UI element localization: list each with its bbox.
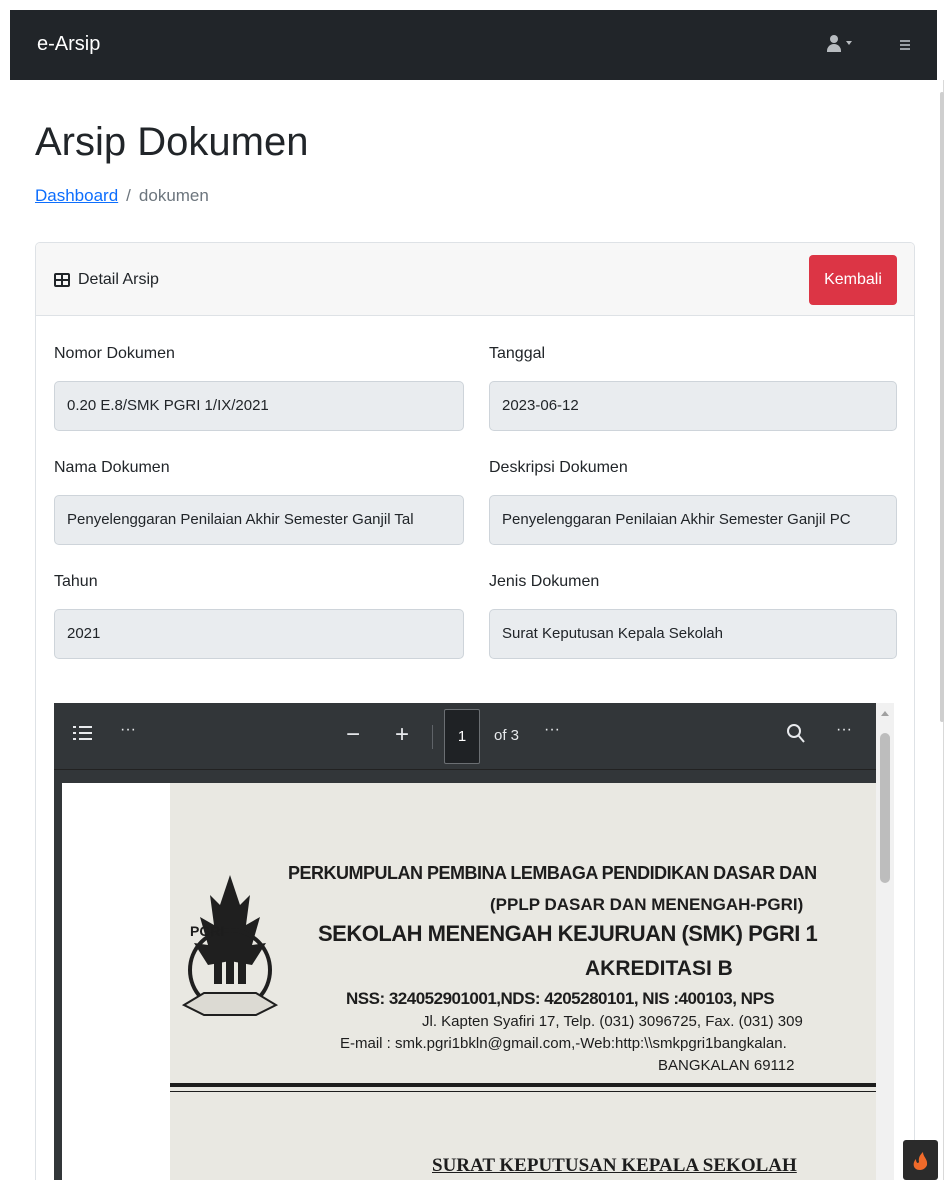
pdf-page: PGRI PERKUMPULAN PEMBINA LEMBAGA PENDIDI… [62,783,876,1180]
page-scrollbar-thumb[interactable] [940,92,944,722]
page-number-input[interactable]: 1 [444,709,480,764]
table-icon [54,273,70,287]
doc-line-3: SEKOLAH MENENGAH KEJURUAN (SMK) PGRI 1 [318,921,818,946]
pdf-toolbar: ··· − + 1 of 3 ··· ··· [54,703,876,770]
top-navbar: e-Arsip [10,10,937,80]
zoom-in-button[interactable]: + [395,721,409,749]
card-title: Detail Arsip [78,271,159,288]
hamburger-line [900,48,910,50]
nomor-dokumen-label: Nomor Dokumen [54,345,175,362]
doc-line-4: AKREDITASI B [585,957,733,980]
viewer-more-icon[interactable]: ··· [836,721,852,739]
hamburger-icon[interactable] [894,36,916,54]
tanggal-label: Tanggal [489,345,546,362]
list-icon-graphic [73,726,92,740]
pdf-scrollbar-thumb[interactable] [880,733,890,883]
zoom-out-button[interactable]: − [346,721,360,749]
jenis-dokumen-field[interactable]: Surat Keputusan Kepala Sekolah [489,609,897,659]
caret-down-icon [846,41,852,45]
search-icon-graphic [787,724,805,743]
breadcrumb-dashboard-link[interactable]: Dashboard [35,186,118,205]
hamburger-line [900,44,910,46]
doc-line-6: Jl. Kapten Syafiri 17, Telp. (031) 30967… [422,1013,803,1030]
breadcrumb: Dashboard / dokumen [35,186,209,206]
deskripsi-dokumen-field[interactable]: Penyelenggaran Penilaian Akhir Semester … [489,495,897,545]
logo-text: PGRI [190,923,225,939]
doc-line-8: BANGKALAN 69112 [658,1057,795,1074]
user-menu-icon[interactable] [822,32,856,58]
deskripsi-dokumen-label: Deskripsi Dokumen [489,459,628,476]
more-options-icon[interactable]: ··· [120,721,136,739]
toolbar-divider [432,725,433,749]
page-total: of 3 [494,727,520,744]
nama-dokumen-label: Nama Dokumen [54,459,170,476]
back-button[interactable]: Kembali [809,255,897,305]
pgri-logo [181,875,279,1016]
nomor-dokumen-field[interactable]: 0.20 E.8/SMK PGRI 1/IX/2021 [54,381,464,431]
floating-flame-icon[interactable] [903,1140,938,1180]
pdf-scrollbar[interactable] [876,703,894,1180]
user-head-shape [830,35,838,43]
detail-card: Detail Arsip Kembali Nomor Dokumen 0.20 … [35,242,915,1180]
search-icon[interactable] [786,723,806,745]
list-icon[interactable] [72,723,94,743]
tanggal-field[interactable]: 2023-06-12 [489,381,897,431]
breadcrumb-current: dokumen [138,186,209,205]
doc-line-1: PERKUMPULAN PEMBINA LEMBAGA PENDIDIKAN D… [288,863,817,883]
user-body-shape [827,44,841,52]
hamburger-line [900,40,910,42]
doc-line-5: NSS: 324052901001,NDS: 4205280101, NIS :… [346,989,775,1008]
nama-dokumen-field[interactable]: Penyelenggaran Penilaian Akhir Semester … [54,495,464,545]
doc-line-7: E-mail : smk.pgri1bkln@gmail.com,-Web:ht… [340,1035,787,1052]
tahun-field[interactable]: 2021 [54,609,464,659]
doc-line-2: (PPLP DASAR DAN MENENGAH-PGRI) [490,895,804,914]
letterhead-rule [170,1083,876,1087]
card-header: Detail Arsip Kembali [36,243,914,316]
doc-heading: SURAT KEPUTUSAN KEPALA SEKOLAH [432,1155,797,1176]
tahun-label: Tahun [54,573,98,590]
breadcrumb-separator: / [126,186,131,205]
brand-name[interactable]: e-Arsip [37,33,100,56]
page-title: Arsip Dokumen [35,120,309,164]
pdf-viewer[interactable]: ··· − + 1 of 3 ··· ··· PGRI PERKUMPULAN … [54,703,894,1180]
page-more-icon[interactable]: ··· [544,721,560,739]
scanned-letterhead: PGRI PERKUMPULAN PEMBINA LEMBAGA PENDIDI… [170,783,876,1180]
letterhead-rule-thin [170,1091,876,1092]
jenis-dokumen-label: Jenis Dokumen [489,573,600,590]
scroll-up-arrow-icon[interactable] [881,711,889,716]
flame-icon [913,1152,928,1170]
